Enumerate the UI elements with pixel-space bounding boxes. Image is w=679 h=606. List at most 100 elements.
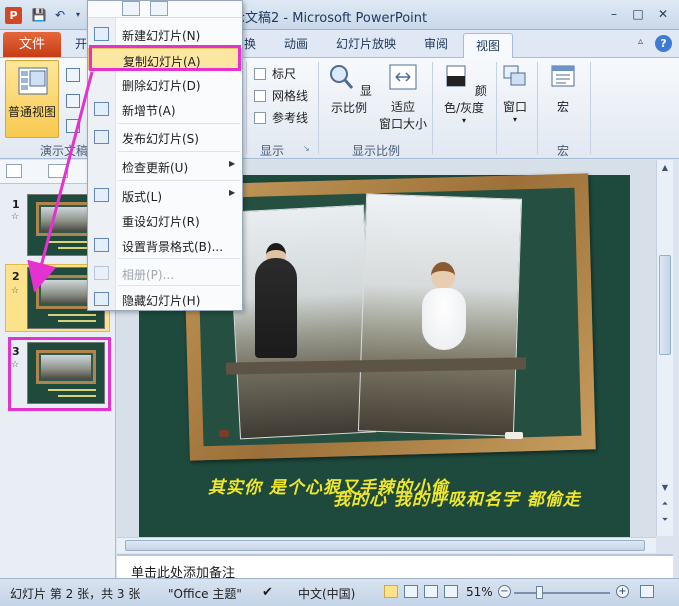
- menu-item-check-updates[interactable]: 检查更新(U) ▶: [88, 155, 242, 177]
- menu-item-delete-slide[interactable]: 删除幻灯片(D): [88, 73, 242, 95]
- menu-item-format-background[interactable]: 设置背景格式(B)...: [88, 234, 242, 256]
- zoom-level[interactable]: 51%: [466, 585, 493, 599]
- menu-item-add-section[interactable]: 新增节(A): [88, 98, 242, 120]
- group-separator: [590, 62, 591, 154]
- vertical-scrollbar[interactable]: ▲ ▼ ⏶ ⏷: [656, 160, 673, 536]
- next-slide-icon[interactable]: ⏷: [659, 514, 671, 526]
- fit-window-icon: [389, 64, 417, 90]
- menu-separator: [118, 151, 240, 152]
- slide-sorter-icon[interactable]: [66, 68, 80, 82]
- menu-item-publish-slides[interactable]: 发布幻灯片(S): [88, 126, 242, 148]
- ruler-checkbox[interactable]: 标尺: [254, 65, 296, 82]
- macros-icon: [551, 65, 575, 87]
- slide-number: 1: [12, 198, 20, 211]
- status-bar: 幻灯片 第 2 张，共 3 张 "Office 主题" ✔ 中文(中国) 51%…: [0, 578, 679, 606]
- scrollbar-thumb[interactable]: [125, 540, 645, 551]
- slide-sorter-status-icon[interactable]: [404, 585, 418, 598]
- zoom-button[interactable]: 显示比例: [322, 62, 376, 116]
- scroll-up-icon[interactable]: ▲: [659, 162, 671, 174]
- chalk-piece: [505, 432, 523, 439]
- group-separator: [537, 62, 538, 154]
- tab-home[interactable]: 开: [75, 35, 87, 52]
- group-presentation-views-label: 演示文稿: [40, 144, 89, 158]
- save-icon[interactable]: 💾: [31, 7, 47, 23]
- fit-slide-icon[interactable]: [640, 585, 654, 598]
- layout-icon: [94, 188, 109, 202]
- maximize-button[interactable]: □: [627, 4, 649, 24]
- tab-file[interactable]: 文件: [3, 32, 61, 57]
- grayscale-icon: [446, 65, 466, 87]
- scrollbar-thumb[interactable]: [659, 255, 671, 355]
- color-grayscale-button[interactable]: 颜色/灰度 ▾: [435, 62, 493, 125]
- undo-icon[interactable]: ↶: [52, 7, 68, 23]
- group-show-label: 显示: [260, 144, 285, 158]
- scroll-down-icon[interactable]: ▼: [659, 482, 671, 494]
- window-icon: [503, 65, 526, 86]
- normal-view-status-icon[interactable]: [384, 585, 398, 598]
- submenu-arrow-icon: ▶: [229, 188, 236, 197]
- window-button[interactable]: 窗口 ▾: [497, 62, 533, 124]
- paste-picture-icon[interactable]: [150, 1, 168, 16]
- fit-to-window-button[interactable]: 适应 窗口大小: [378, 62, 428, 132]
- close-button[interactable]: ✕: [652, 4, 674, 24]
- magnifier-icon: [330, 65, 354, 89]
- person-head: [431, 262, 455, 290]
- horizontal-scrollbar[interactable]: [117, 537, 656, 553]
- tab-transitions[interactable]: 换: [244, 35, 256, 52]
- person-body: [422, 288, 466, 350]
- slide-text-line-2[interactable]: 我的心 我的呼吸和名字 都偷走: [333, 485, 581, 510]
- help-icon[interactable]: ?: [655, 35, 672, 52]
- normal-view-button[interactable]: 普通视图: [5, 60, 59, 138]
- zoom-out-icon[interactable]: −: [498, 585, 511, 598]
- language-status[interactable]: 中文(中国): [298, 585, 355, 602]
- zoom-in-icon[interactable]: +: [616, 585, 629, 598]
- slideshow-status-icon[interactable]: [444, 585, 458, 598]
- tab-view[interactable]: 视图: [463, 33, 513, 59]
- menu-item-hide-slide[interactable]: 隐藏幻灯片(H): [88, 288, 242, 310]
- star-icon: ☆: [11, 360, 20, 370]
- background-icon: [94, 238, 109, 252]
- gridlines-checkbox[interactable]: 网格线: [254, 87, 308, 104]
- dialog-launcher-icon[interactable]: ↘: [303, 144, 310, 153]
- slide-number: 2: [12, 270, 20, 283]
- outline-tab-icon[interactable]: [48, 164, 68, 178]
- tab-animations[interactable]: 动画: [284, 35, 308, 52]
- guides-checkbox[interactable]: 参考线: [254, 109, 308, 126]
- powerpoint-icon[interactable]: P: [5, 7, 22, 24]
- new-slide-icon: [94, 27, 109, 41]
- chalk-piece: [219, 430, 229, 437]
- reading-view-status-icon[interactable]: [424, 585, 438, 598]
- group-separator: [318, 62, 319, 154]
- star-icon: ☆: [11, 212, 20, 222]
- hide-slide-icon: [94, 292, 109, 306]
- customize-icon[interactable]: ▾: [70, 7, 86, 23]
- reading-view-icon[interactable]: [66, 119, 80, 133]
- menu-item-reset-slide[interactable]: 重设幻灯片(R): [88, 209, 242, 231]
- menu-separator: [118, 285, 240, 286]
- spellcheck-icon[interactable]: ✔: [262, 585, 273, 600]
- minimize-ribbon-icon[interactable]: ▵: [638, 36, 643, 47]
- menu-item-new-slide[interactable]: 新建幻灯片(N): [88, 23, 242, 45]
- menu-item-layout[interactable]: 版式(L) ▶: [88, 184, 242, 206]
- star-icon: ☆: [11, 286, 20, 296]
- normal-view-label: 普通视图: [8, 105, 57, 119]
- menu-separator: [118, 180, 240, 181]
- theme-status[interactable]: "Office 主题": [168, 585, 242, 602]
- slides-tab-icon[interactable]: [6, 164, 22, 178]
- paste-icon[interactable]: [122, 1, 140, 16]
- previous-slide-icon[interactable]: ⏶: [659, 498, 671, 510]
- tab-slideshow[interactable]: 幻灯片放映: [336, 35, 396, 52]
- slide-count-status: 幻灯片 第 2 张，共 3 张: [10, 587, 141, 601]
- zoom-slider[interactable]: [514, 592, 610, 594]
- photo-left[interactable]: [228, 204, 376, 440]
- slide-number: 3: [12, 345, 20, 358]
- minimize-button[interactable]: –: [603, 4, 625, 24]
- tab-review[interactable]: 审阅: [424, 35, 448, 52]
- slide-thumbnail-3[interactable]: [27, 342, 105, 404]
- person-body: [255, 258, 297, 358]
- paste-options: [88, 1, 242, 18]
- notes-page-icon[interactable]: [66, 94, 80, 108]
- zoom-slider-knob[interactable]: [536, 586, 543, 599]
- notes-pane[interactable]: 单击此处添加备注: [117, 554, 673, 581]
- macros-button[interactable]: 宏: [543, 62, 583, 115]
